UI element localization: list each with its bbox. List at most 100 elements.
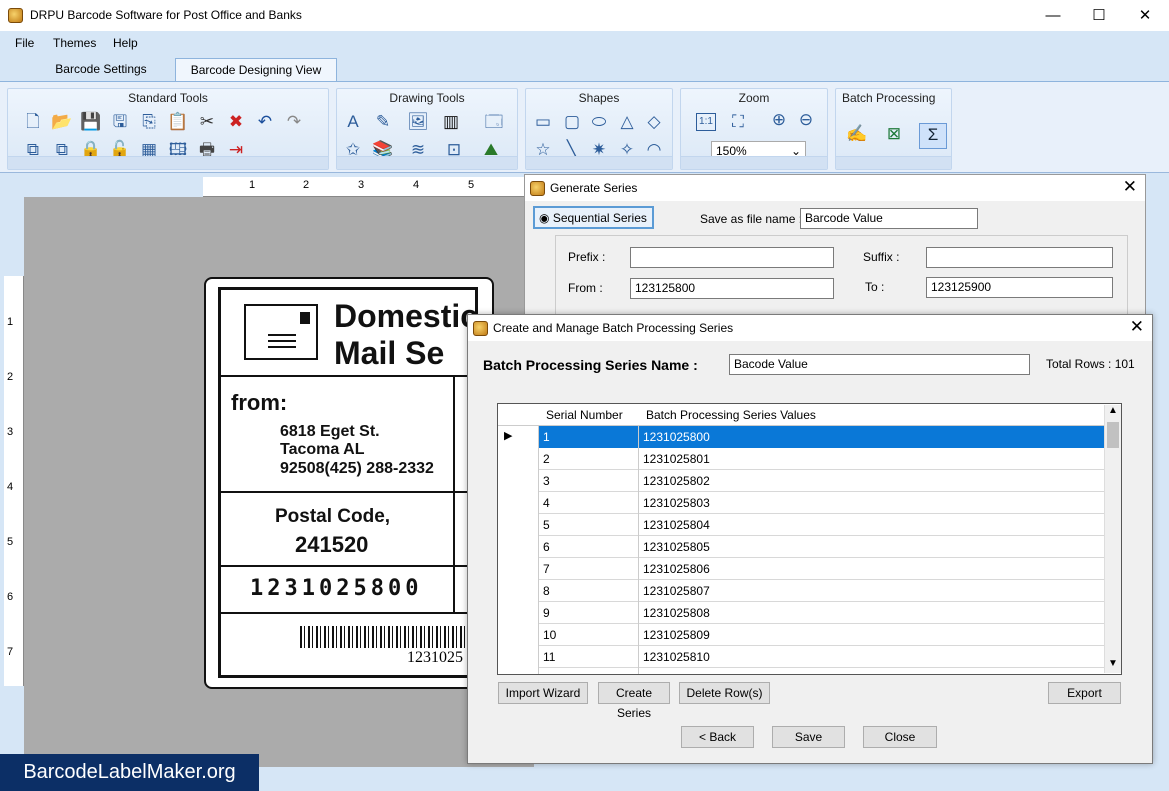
- fit-to-window-icon[interactable]: ⛶: [727, 111, 749, 133]
- window-icon: [530, 181, 545, 196]
- open-icon[interactable]: 📂: [51, 111, 73, 133]
- table-row[interactable]: ▶ 1 1231025800: [498, 426, 1105, 448]
- table-row[interactable]: 2 1231025801: [498, 448, 1105, 470]
- save-icon[interactable]: 💾: [80, 111, 102, 133]
- tab-row: Barcode Settings Barcode Designing View: [0, 55, 1169, 81]
- tab-barcode-settings[interactable]: Barcode Settings: [45, 58, 157, 81]
- batch-processing-group: Batch Processing ✍ ⊠ Σ: [835, 88, 952, 170]
- series-grid[interactable]: Serial Number Batch Processing Series Va…: [497, 403, 1122, 675]
- actual-size-icon[interactable]: 1:1: [696, 113, 716, 131]
- suffix-input[interactable]: [926, 247, 1113, 268]
- menu-help[interactable]: Help: [113, 36, 138, 50]
- from-input[interactable]: 123125800: [630, 278, 834, 299]
- ellipse-icon[interactable]: ⬭: [588, 111, 610, 133]
- table-row[interactable]: 7 1231025806: [498, 558, 1105, 580]
- series-name-label: Batch Processing Series Name :: [483, 357, 698, 373]
- table-row[interactable]: 11 1231025810: [498, 646, 1105, 668]
- diamond-icon[interactable]: ◇: [643, 111, 665, 133]
- column-serial-number[interactable]: Serial Number: [546, 408, 623, 422]
- batch-window-title: Create and Manage Batch Processing Serie…: [493, 321, 734, 335]
- zoom-out-icon[interactable]: ⊖: [795, 109, 817, 131]
- table-row[interactable]: 6 1231025805: [498, 536, 1105, 558]
- delete-icon[interactable]: ✖: [225, 111, 247, 133]
- to-input[interactable]: 123125900: [926, 277, 1113, 298]
- close-dialog-button[interactable]: Close: [863, 726, 937, 748]
- title-bar: DRPU Barcode Software for Post Office an…: [0, 0, 1169, 31]
- new-icon[interactable]: 🗋: [22, 111, 44, 133]
- row-header[interactable]: ▶: [498, 426, 539, 448]
- app-icon: [8, 8, 23, 23]
- standard-tools-title: Standard Tools: [128, 91, 208, 105]
- sequential-series-radio[interactable]: ◉ Sequential Series: [533, 206, 654, 229]
- save-as-input[interactable]: Barcode Value: [800, 208, 978, 229]
- formula-icon[interactable]: Σ: [919, 123, 947, 149]
- horizontal-ruler: 1 2 3 4 5: [203, 177, 528, 197]
- pencil-icon[interactable]: ✎: [372, 111, 394, 133]
- rectangle-icon[interactable]: ▭: [532, 111, 554, 133]
- batch-processing-title: Batch Processing: [842, 91, 936, 105]
- text-icon[interactable]: A: [342, 111, 364, 133]
- excel-icon[interactable]: ⊠: [883, 123, 905, 145]
- scroll-up-icon[interactable]: ▲: [1108, 405, 1118, 416]
- address-line-1: 6818 Eget St.: [280, 423, 380, 440]
- create-series-button[interactable]: Create Series: [598, 682, 670, 720]
- save-button[interactable]: Save: [772, 726, 845, 748]
- to-label: To :: [865, 280, 885, 294]
- maximize-button[interactable]: ☐: [1076, 0, 1122, 31]
- barcode-image: [300, 626, 468, 648]
- table-row[interactable]: 9 1231025808: [498, 602, 1105, 624]
- export-button[interactable]: Export: [1048, 682, 1121, 704]
- triangle-icon[interactable]: △: [616, 111, 638, 133]
- tab-barcode-designing-view[interactable]: Barcode Designing View: [175, 58, 337, 81]
- image-icon[interactable]: 🖼: [407, 111, 429, 133]
- radio-selected-icon: ◉: [539, 211, 550, 225]
- prefix-input[interactable]: [630, 247, 834, 268]
- save-as-icon[interactable]: 🖫: [109, 111, 131, 133]
- vertical-ruler: 1 2 3 4 5 6 7: [4, 276, 24, 686]
- table-row[interactable]: 8 1231025807: [498, 580, 1105, 602]
- sequential-series-label: Sequential Series: [552, 211, 647, 225]
- table-row[interactable]: 4 1231025803: [498, 492, 1105, 514]
- from-label: From :: [568, 281, 603, 295]
- barcode-icon[interactable]: ▥: [440, 111, 462, 133]
- table-row[interactable]: 5 1231025804: [498, 514, 1105, 536]
- undo-icon[interactable]: ↶: [254, 111, 276, 133]
- current-row-icon: ▶: [504, 430, 513, 442]
- rounded-rectangle-icon[interactable]: ▢: [561, 111, 583, 133]
- table-row[interactable]: 10 1231025809: [498, 624, 1105, 646]
- menu-bar: File Themes Help: [0, 31, 1169, 55]
- label-title-line1: Domestic: [334, 298, 479, 334]
- generate-series-close-icon[interactable]: ✕: [1123, 177, 1137, 197]
- import-wizard-button[interactable]: Import Wizard: [498, 682, 588, 704]
- ribbon: Standard Tools 🗋 📂 💾 🖫 ⎘ 📋 ✂ ✖ ↶ ↷ ⧉ ⧉ 🔒…: [0, 81, 1169, 173]
- delete-rows-button[interactable]: Delete Row(s): [679, 682, 770, 704]
- batch-window-close-icon[interactable]: ✕: [1130, 317, 1144, 337]
- menu-file[interactable]: File: [15, 36, 34, 50]
- zoom-in-icon[interactable]: ⊕: [768, 109, 790, 131]
- watermark-banner: BarcodeLabelMaker.org: [0, 754, 259, 791]
- picture-library-icon[interactable]: 🗔: [483, 111, 505, 133]
- menu-themes[interactable]: Themes: [53, 36, 96, 50]
- zoom-group: Zoom 1:1 ⛶ ⊕ ⊖ 150% ⌄: [680, 88, 828, 170]
- total-rows: Total Rows : 101: [1046, 357, 1135, 371]
- copy-icon[interactable]: ⎘: [138, 111, 160, 133]
- column-series-values[interactable]: Batch Processing Series Values: [646, 408, 816, 422]
- label-title-line2: Mail Se: [334, 335, 445, 371]
- redo-icon[interactable]: ↷: [283, 111, 305, 133]
- back-button[interactable]: < Back: [681, 726, 754, 748]
- barcode-text: 1231025: [407, 649, 463, 666]
- table-row[interactable]: 3 1231025802: [498, 470, 1105, 492]
- series-name-input[interactable]: Bacode Value: [729, 354, 1030, 375]
- grid-header: Serial Number Batch Processing Series Va…: [498, 404, 1105, 426]
- address-line-2: Tacoma AL: [280, 441, 365, 458]
- cut-icon[interactable]: ✂: [196, 111, 218, 133]
- grid-scrollbar[interactable]: ▲ ▼: [1104, 405, 1121, 673]
- close-button[interactable]: ✕: [1122, 0, 1168, 31]
- paste-icon[interactable]: 📋: [167, 111, 189, 133]
- scroll-thumb[interactable]: [1107, 422, 1119, 448]
- table-row[interactable]: 121231025811: [498, 668, 1105, 674]
- generate-series-title: Generate Series: [550, 181, 638, 195]
- minimize-button[interactable]: —: [1030, 0, 1076, 31]
- scroll-down-icon[interactable]: ▼: [1108, 658, 1118, 669]
- edit-icon[interactable]: ✍: [846, 123, 868, 145]
